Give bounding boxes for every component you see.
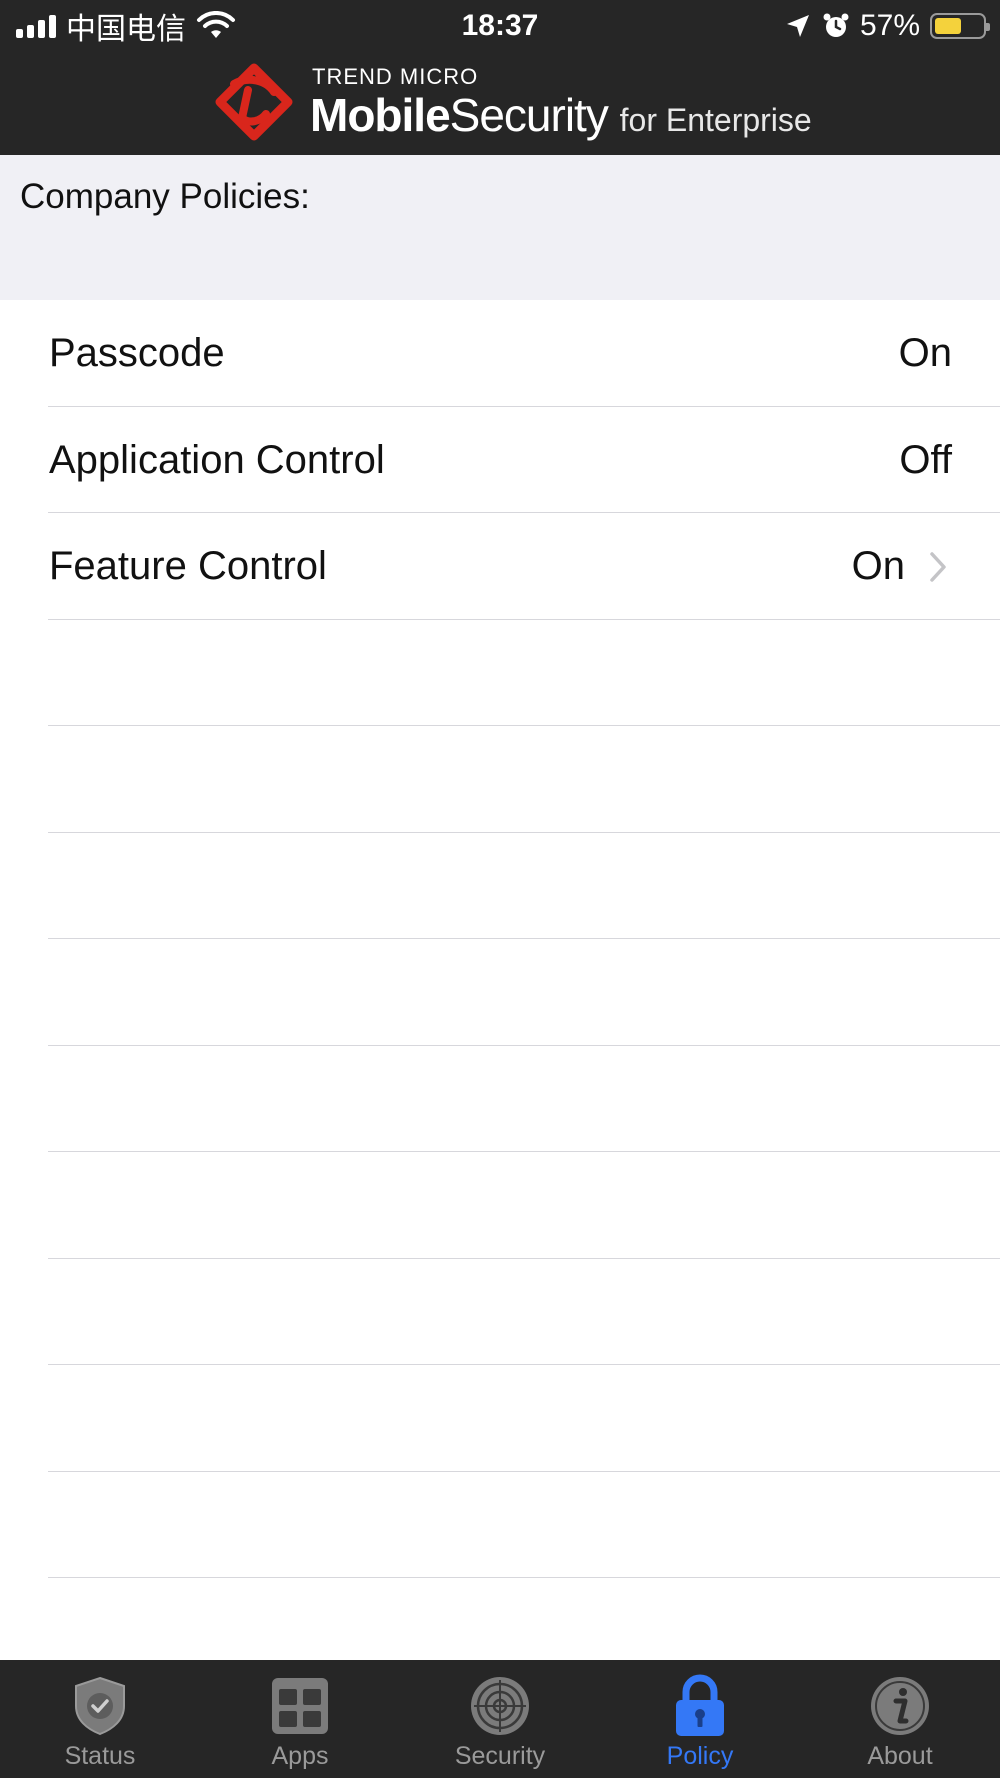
alarm-clock-icon (823, 13, 849, 37)
empty-list-row (48, 620, 1000, 726)
empty-list-row (48, 726, 1000, 833)
policy-label: Feature Control (49, 544, 327, 588)
policy-status: On (851, 544, 905, 588)
empty-list-row (48, 1259, 1000, 1365)
brand-product-name: MobileSecurity for Enterprise (310, 88, 812, 142)
tab-apps[interactable]: Apps (200, 1660, 400, 1778)
empty-list-row (48, 939, 1000, 1046)
policy-status: On (898, 331, 952, 375)
brand-mobile-text: Mobile (310, 89, 451, 141)
tab-policy[interactable]: Policy (600, 1660, 800, 1778)
section-title: Company Policies: (20, 177, 310, 216)
empty-list-row (48, 1152, 1000, 1259)
tab-label: Policy (666, 1742, 734, 1770)
battery-percentage: 57% (859, 9, 920, 42)
battery-icon (930, 13, 990, 39)
policy-label: Application Control (49, 437, 385, 482)
brand-enterprise-text: for Enterprise (619, 102, 812, 138)
tab-bar: Status Apps Security Policy About (0, 1660, 1000, 1778)
apps-grid-icon (272, 1678, 328, 1734)
status-right: 57% (784, 0, 990, 52)
tab-label: Apps (271, 1742, 329, 1770)
tab-label: Security (454, 1742, 546, 1770)
tab-about[interactable]: About (800, 1660, 1000, 1778)
policy-row-passcode: Passcode On (48, 300, 1000, 407)
chevron-right-icon (930, 552, 946, 582)
shield-check-icon (75, 1676, 125, 1736)
brand-company-name: TREND MICRO (312, 64, 479, 89)
empty-list-row (48, 833, 1000, 939)
info-icon (871, 1677, 929, 1735)
tab-label: Status (64, 1742, 136, 1770)
policy-row-feature-control[interactable]: Feature Control On (48, 513, 1000, 620)
radar-icon (471, 1677, 529, 1735)
tab-label: About (867, 1742, 933, 1770)
tab-security[interactable]: Security (400, 1660, 600, 1778)
battery-level-fill (935, 18, 962, 34)
policy-label: Passcode (49, 331, 225, 375)
brand-security-text: Security (449, 89, 609, 141)
status-bar: 中国电信 18:37 57% (0, 0, 1000, 52)
app-header: TREND MICRO MobileSecurity for Enterpris… (0, 52, 1000, 155)
tab-status[interactable]: Status (0, 1660, 200, 1778)
policy-status: Off (899, 437, 952, 482)
policy-list: Passcode On Application Control Off Feat… (0, 300, 1000, 1578)
lock-icon (676, 1674, 724, 1736)
section-header: Company Policies: (0, 155, 1000, 300)
empty-list-row (48, 1046, 1000, 1152)
empty-list-row (48, 1472, 1000, 1578)
empty-list-row (48, 1365, 1000, 1472)
trend-micro-logo-icon (215, 63, 293, 141)
policy-row-application-control: Application Control Off (48, 407, 1000, 513)
location-arrow-icon (786, 15, 809, 37)
